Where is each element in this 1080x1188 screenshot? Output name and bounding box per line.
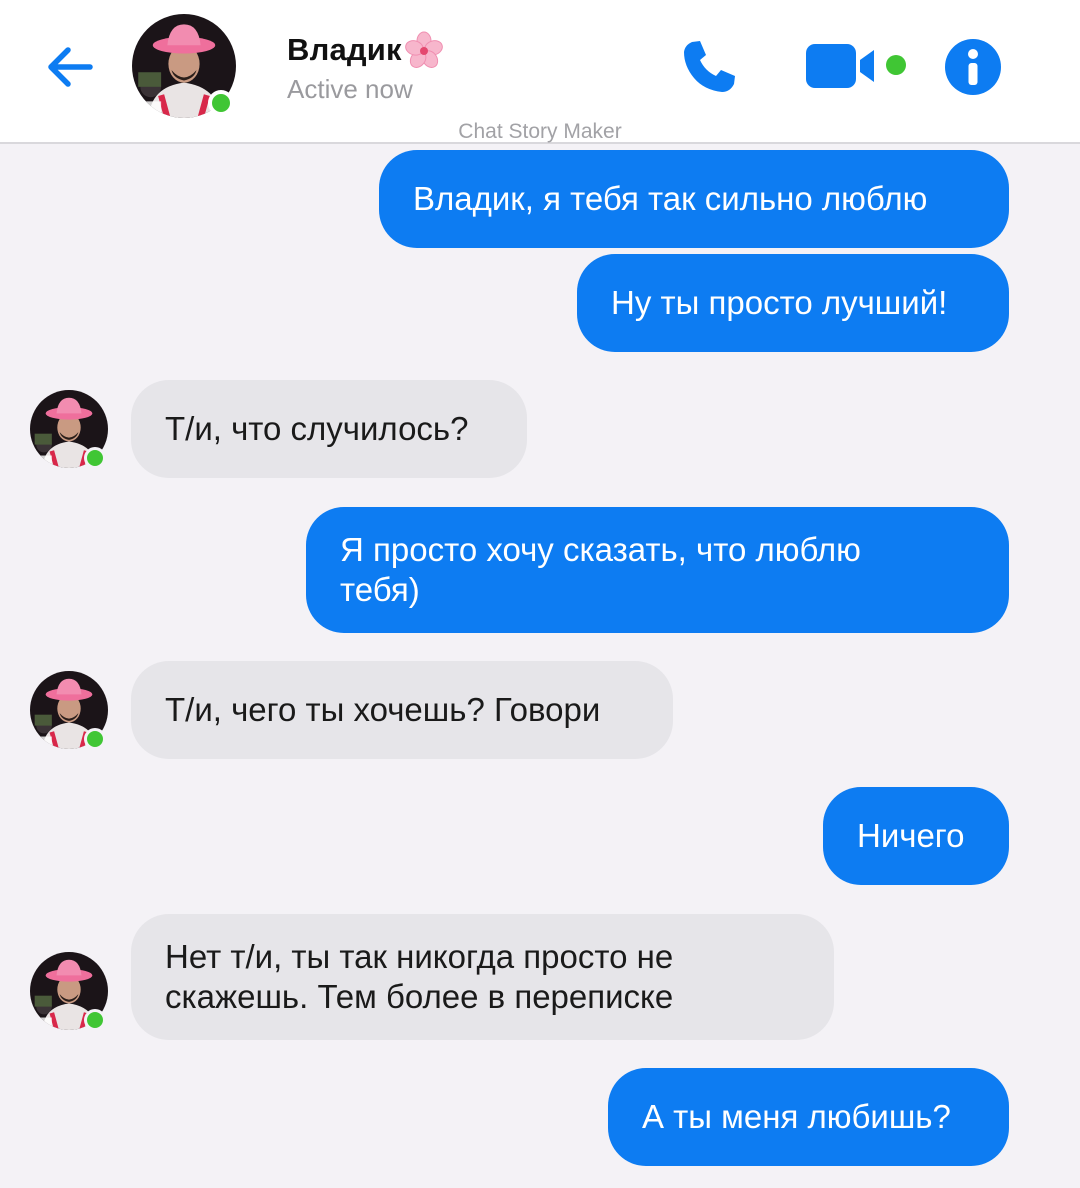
contact-name-row[interactable]: Владик bbox=[287, 30, 444, 70]
online-status-dot bbox=[84, 447, 106, 469]
flower-emoji-icon bbox=[404, 31, 443, 68]
contact-avatar[interactable] bbox=[132, 14, 236, 118]
contact-avatar-small[interactable] bbox=[30, 390, 108, 468]
back-arrow-icon[interactable] bbox=[42, 40, 96, 94]
online-status-dot bbox=[84, 728, 106, 750]
online-status-dot bbox=[84, 1009, 106, 1031]
active-status: Active now bbox=[287, 74, 413, 104]
video-camera-icon[interactable] bbox=[804, 40, 912, 92]
message-text: А ты меня любишь? bbox=[642, 1098, 951, 1135]
watermark: Chat Story Maker bbox=[458, 120, 622, 143]
message-incoming[interactable]: Т/и, что случилось? bbox=[131, 380, 527, 478]
message-outgoing[interactable]: Я просто хочу сказать, что люблю тебя) bbox=[306, 507, 1009, 633]
message-text: Ну ты просто лучший! bbox=[611, 284, 948, 321]
message-text: Т/и, что случилось? bbox=[165, 410, 469, 447]
contact-avatar-small[interactable] bbox=[30, 952, 108, 1030]
message-text: Т/и, чего ты хочешь? Говори bbox=[165, 691, 601, 728]
message-outgoing[interactable]: Ничего bbox=[823, 787, 1009, 885]
message-outgoing[interactable]: Владик, я тебя так сильно люблю bbox=[379, 150, 1009, 248]
phone-icon[interactable] bbox=[678, 36, 740, 98]
message-outgoing[interactable]: А ты меня любишь? bbox=[608, 1068, 1009, 1166]
contact-avatar-small[interactable] bbox=[30, 671, 108, 749]
message-incoming[interactable]: Т/и, чего ты хочешь? Говори bbox=[131, 661, 673, 759]
info-icon[interactable] bbox=[944, 38, 1002, 96]
message-text: Нет т/и, ты так никогда просто не скажеш… bbox=[165, 938, 674, 1015]
online-status-dot bbox=[208, 90, 234, 116]
message-incoming[interactable]: Нет т/и, ты так никогда просто не скажеш… bbox=[131, 914, 834, 1040]
message-outgoing[interactable]: Ну ты просто лучший! bbox=[577, 254, 1009, 352]
chat-header: Владик Active now Chat Story Maker bbox=[0, 0, 1080, 144]
message-text: Владик, я тебя так сильно люблю bbox=[413, 180, 928, 217]
message-text: Я просто хочу сказать, что люблю тебя) bbox=[340, 531, 861, 608]
message-text: Ничего bbox=[857, 817, 965, 854]
contact-name: Владик bbox=[287, 32, 402, 67]
